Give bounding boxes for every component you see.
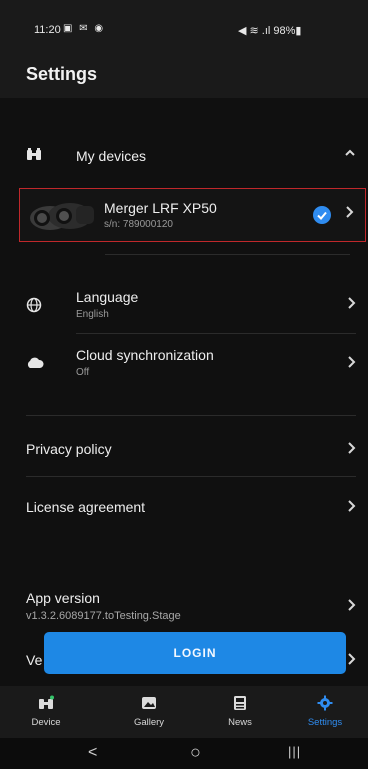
- home-button[interactable]: ○: [190, 742, 201, 763]
- newspaper-icon: [205, 695, 275, 714]
- gear-icon: [290, 695, 360, 714]
- language-value: English: [76, 309, 109, 320]
- status-time: 11:20: [34, 24, 61, 36]
- divider: [76, 333, 356, 334]
- chevron-up-icon[interactable]: [344, 146, 356, 164]
- binoculars-icon: [26, 147, 42, 163]
- chevron-right-icon[interactable]: [347, 499, 357, 518]
- login-button[interactable]: LOGIN: [44, 632, 346, 674]
- system-navigation-bar: [0, 738, 368, 769]
- chevron-right-icon[interactable]: [345, 205, 355, 224]
- chevron-right-icon[interactable]: [347, 296, 357, 315]
- device-name: Merger LRF XP50: [104, 200, 217, 216]
- privacy-policy-title: Privacy policy: [26, 441, 112, 457]
- nav-gallery[interactable]: Gallery: [114, 695, 184, 728]
- device-thumbnail: [28, 196, 98, 234]
- check-circle-icon: [313, 206, 331, 224]
- cloud-sync-title: Cloud synchronization: [76, 347, 214, 363]
- license-agreement-title: License agreement: [26, 499, 146, 515]
- nav-gallery-label: Gallery: [133, 717, 165, 728]
- back-button[interactable]: <: [88, 744, 97, 762]
- my-devices-header[interactable]: [0, 132, 368, 180]
- recents-button[interactable]: |||: [288, 744, 301, 759]
- chevron-right-icon[interactable]: [347, 652, 357, 671]
- cloud-sync-value: Off: [76, 367, 90, 378]
- nav-settings[interactable]: Settings: [290, 695, 360, 728]
- divider: [26, 476, 356, 477]
- chevron-right-icon[interactable]: [347, 598, 357, 617]
- globe-icon: [26, 297, 42, 313]
- status-notification-icons: ▣ ✉ ◉: [63, 23, 106, 34]
- chevron-right-icon[interactable]: [347, 355, 357, 374]
- nav-settings-label: Settings: [307, 717, 343, 728]
- app-version-value: v1.3.2.6089177.toTesting.Stage: [26, 610, 181, 622]
- partial-row-title: Ve: [26, 652, 43, 668]
- nav-news[interactable]: News: [205, 695, 275, 728]
- divider: [26, 415, 356, 416]
- language-row[interactable]: [0, 280, 368, 330]
- page-title: Settings: [26, 64, 98, 84]
- app-version-title: App version: [26, 590, 100, 606]
- binoculars-icon: [11, 695, 81, 714]
- nav-device-label: Device: [31, 717, 61, 728]
- image-icon: [114, 695, 184, 714]
- device-serial: s/n: 789000120: [104, 219, 173, 230]
- language-title: Language: [76, 289, 139, 305]
- nav-device[interactable]: Device: [11, 695, 81, 728]
- cloud-icon: [26, 356, 44, 372]
- status-system-indicators: ◀︎ ≋ .ıl 98%▮: [238, 25, 302, 37]
- divider: [105, 254, 350, 255]
- chevron-right-icon[interactable]: [347, 441, 357, 460]
- nav-news-label: News: [228, 717, 252, 728]
- my-devices-title: My devices: [76, 148, 147, 164]
